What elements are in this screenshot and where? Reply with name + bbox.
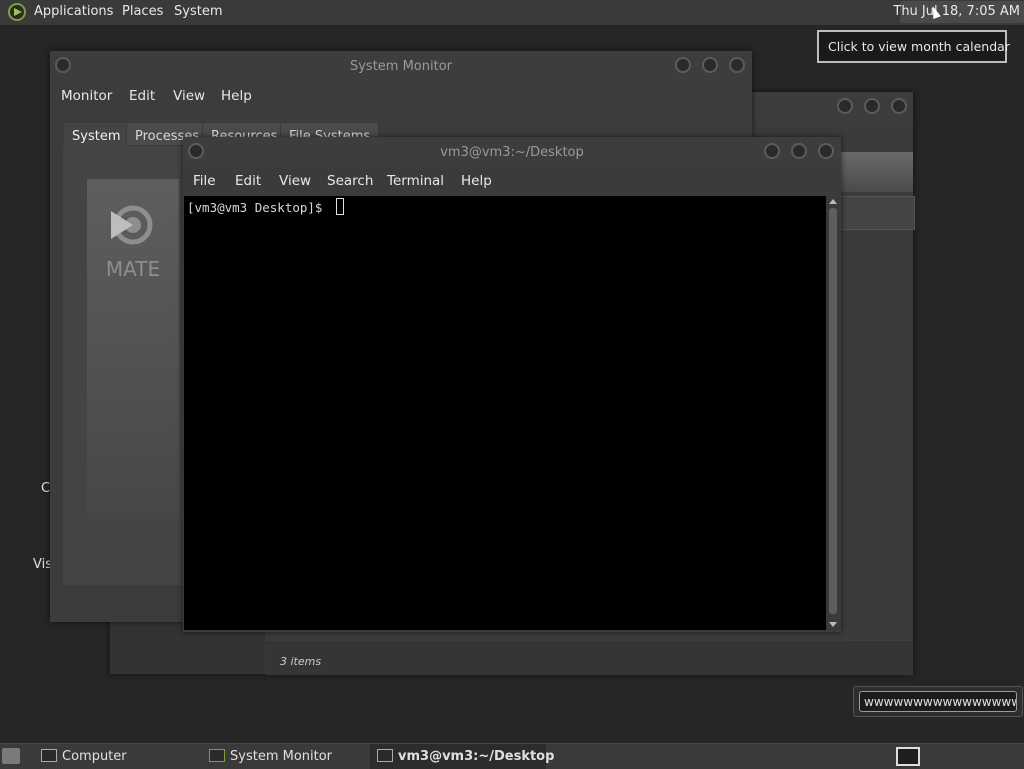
toolbar-fragment	[840, 152, 913, 192]
mate-logo-icon[interactable]	[8, 3, 26, 21]
taskbar-label: System Monitor	[230, 749, 333, 764]
calendar-tooltip: Click to view month calendar	[817, 30, 1010, 63]
top-panel: Applications Places System Thu Jul 18, 7…	[0, 0, 1024, 26]
menu-edit[interactable]: Edit	[129, 88, 155, 104]
minimize-icon[interactable]	[764, 143, 780, 159]
menu-system[interactable]: System	[174, 4, 222, 19]
workspace-switcher-icon[interactable]	[896, 747, 920, 766]
maximize-icon[interactable]	[702, 57, 718, 73]
clock-text: Thu Jul 18, 7:05 AM	[893, 4, 1020, 19]
terminal-titlebar[interactable]: vm3@vm3:~/Desktop	[183, 137, 841, 167]
taskbar-label: vm3@vm3:~/Desktop	[398, 749, 555, 764]
scrollbar-thumb[interactable]	[829, 208, 837, 614]
status-bar: 3 items	[266, 642, 913, 675]
minimize-icon[interactable]	[837, 98, 853, 114]
window-title: vm3@vm3:~/Desktop	[440, 145, 584, 160]
scrollbar[interactable]	[826, 196, 840, 630]
menu-file[interactable]: File	[193, 173, 216, 189]
text-entry-field[interactable]: wwwwwwwwwwwwwwwww	[859, 691, 1017, 712]
minimize-icon[interactable]	[675, 57, 691, 73]
taskbar-item-computer[interactable]: Computer	[34, 744, 200, 769]
status-text: 3 items	[280, 655, 322, 668]
close-icon[interactable]	[818, 143, 834, 159]
mate-banner-logo-icon	[111, 205, 153, 245]
menu-help[interactable]: Help	[461, 173, 492, 189]
mate-banner-text: MATE	[105, 257, 161, 281]
bottom-panel: Computer System Monitor vm3@vm3:~/Deskto…	[0, 743, 1024, 769]
window-title: System Monitor	[349, 59, 453, 74]
close-icon[interactable]	[729, 57, 745, 73]
menu-terminal[interactable]: Terminal	[387, 173, 444, 189]
maximize-icon[interactable]	[864, 98, 880, 114]
menu-places[interactable]: Places	[122, 4, 163, 19]
desktop-icon-label-computer[interactable]: C	[41, 481, 50, 496]
taskbar-item-system-monitor[interactable]: System Monitor	[202, 744, 368, 769]
terminal-window: vm3@vm3:~/Desktop File Edit View Search …	[183, 137, 841, 632]
terminal-icon	[377, 749, 393, 762]
system-monitor-titlebar[interactable]: System Monitor	[50, 51, 752, 81]
tab-system[interactable]: System	[63, 122, 130, 147]
shell-prompt: [vm3@vm3 Desktop]$	[187, 200, 330, 215]
maximize-icon[interactable]	[791, 143, 807, 159]
clock[interactable]: Thu Jul 18, 7:05 AM	[893, 1, 1024, 23]
system-monitor-icon	[209, 749, 225, 762]
show-desktop-icon[interactable]	[2, 748, 20, 764]
computer-icon	[41, 749, 57, 762]
menu-search[interactable]: Search	[327, 173, 373, 189]
text-entry-popup: wwwwwwwwwwwwwwwww	[853, 686, 1023, 717]
location-fragment	[840, 196, 915, 230]
taskbar-label: Computer	[62, 749, 127, 764]
menu-view[interactable]: View	[279, 173, 311, 189]
scroll-down-icon[interactable]	[829, 622, 837, 627]
menu-monitor[interactable]: Monitor	[61, 88, 112, 104]
menu-view[interactable]: View	[173, 88, 205, 104]
text-cursor	[336, 198, 344, 215]
menu-edit[interactable]: Edit	[235, 173, 261, 189]
terminal-screen[interactable]: [vm3@vm3 Desktop]$	[184, 196, 826, 630]
scroll-up-icon[interactable]	[829, 199, 837, 204]
close-icon[interactable]	[891, 98, 907, 114]
taskbar-item-terminal[interactable]: vm3@vm3:~/Desktop	[370, 744, 554, 769]
menu-applications[interactable]: Applications	[34, 4, 113, 19]
menu-help[interactable]: Help	[221, 88, 252, 104]
mate-banner: MATE	[87, 179, 179, 519]
